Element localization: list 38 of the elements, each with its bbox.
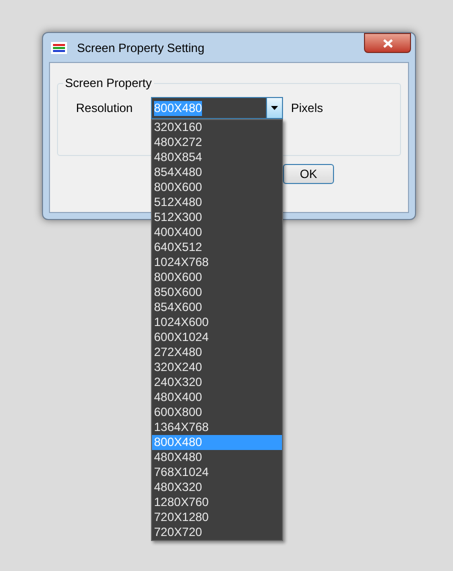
ok-button[interactable]: OK [283,164,334,184]
dropdown-option[interactable]: 1280X760 [152,495,282,510]
dropdown-option[interactable]: 480X272 [152,135,282,150]
window-title: Screen Property Setting [77,40,204,56]
dropdown-option[interactable]: 600X800 [152,405,282,420]
dropdown-option[interactable]: 720X720 [152,525,282,540]
dropdown-option[interactable]: 768X1024 [152,465,282,480]
dropdown-option[interactable]: 800X600 [152,180,282,195]
close-button[interactable] [364,33,411,53]
dropdown-option[interactable]: 640X512 [152,240,282,255]
dropdown-option[interactable]: 400X400 [152,225,282,240]
dropdown-option[interactable]: 320X240 [152,360,282,375]
dropdown-option[interactable]: 854X600 [152,300,282,315]
dropdown-option[interactable]: 272X480 [152,345,282,360]
dropdown-option[interactable]: 854X480 [152,165,282,180]
dropdown-option[interactable]: 240X320 [152,375,282,390]
dropdown-option[interactable]: 1024X768 [152,255,282,270]
dropdown-option[interactable]: 600X1024 [152,330,282,345]
selected-value: 800X480 [154,100,202,116]
unit-label: Pixels [291,100,324,117]
dropdown-option[interactable]: 480X320 [152,480,282,495]
app-icon [51,42,67,54]
dropdown-option[interactable]: 512X300 [152,210,282,225]
dropdown-option[interactable]: 1364X768 [152,420,282,435]
dropdown-option[interactable]: 480X480 [152,450,282,465]
dropdown-option[interactable]: 800X600 [152,270,282,285]
dropdown-option[interactable]: 320X160 [152,120,282,135]
dropdown-option[interactable]: 850X600 [152,285,282,300]
dropdown-toggle[interactable] [266,98,282,118]
dropdown-option[interactable]: 480X854 [152,150,282,165]
field-label: Resolution [76,100,134,117]
group-title: Screen Property [63,76,154,90]
dropdown-option[interactable]: 1024X600 [152,315,282,330]
dropdown-option[interactable]: 512X480 [152,195,282,210]
dropdown-option[interactable]: 720X1280 [152,510,282,525]
close-icon [382,38,392,48]
dropdown-option[interactable]: 480X400 [152,390,282,405]
caret-icon [271,106,278,110]
